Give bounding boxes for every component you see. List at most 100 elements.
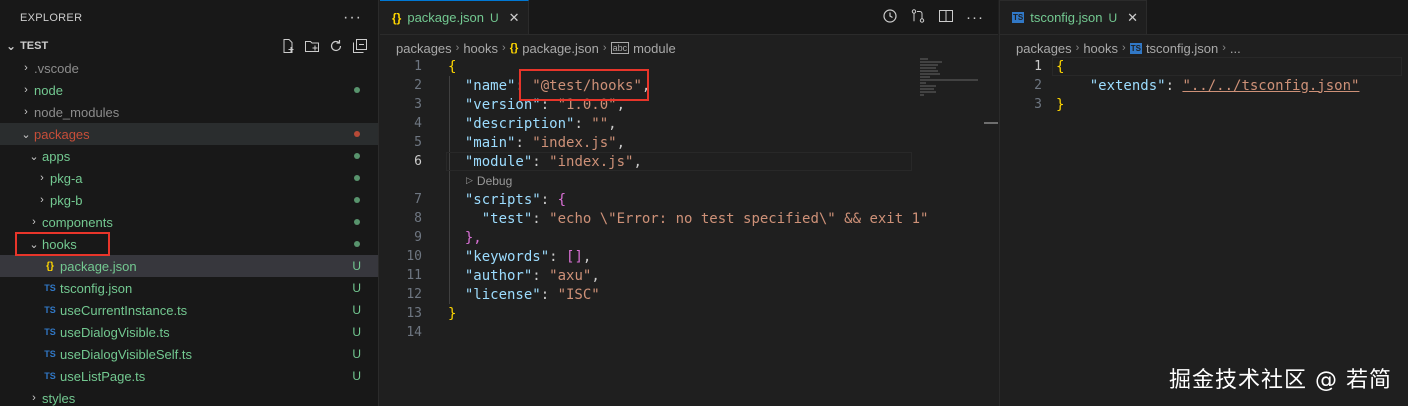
code-line: 14 — [380, 323, 998, 342]
tab-bar: TS tsconfig.json U ✕ — [1000, 0, 1408, 35]
workspace-root[interactable]: ⌄ TEST — [0, 35, 378, 57]
code-line: 10 "keywords": [], — [380, 247, 998, 266]
play-icon: ▷ — [466, 175, 473, 185]
compare-changes-icon[interactable] — [910, 8, 926, 28]
line-number: 8 — [414, 211, 422, 226]
tree-item[interactable]: TS useCurrentInstance.ts U — [0, 299, 378, 321]
codelens-debug[interactable]: ▷ Debug — [380, 171, 998, 190]
ts-file-icon: TS — [44, 283, 56, 293]
tree-item[interactable]: TS useListPage.ts U — [0, 365, 378, 387]
chevron-right-icon: › — [1122, 42, 1126, 54]
breadcrumb-item[interactable]: module — [633, 41, 676, 56]
tab-tsconfig-json[interactable]: TS tsconfig.json U ✕ — [1000, 0, 1148, 34]
git-status-dot — [354, 197, 360, 203]
breadcrumb: packages › hooks › {} package.json › abc… — [380, 37, 998, 59]
tab-package-json[interactable]: {} package.json U ✕ — [380, 0, 529, 34]
highlight-box-name — [519, 69, 649, 101]
tree-item-label: components — [42, 214, 113, 230]
breadcrumb-item[interactable]: hooks — [1083, 41, 1118, 56]
tree-item-label: pkg-b — [50, 192, 83, 208]
more-actions-icon[interactable]: ··· — [966, 9, 984, 26]
code-line: 1{ — [380, 57, 998, 76]
code-line: 5 "main": "index.js", — [380, 133, 998, 152]
line-number: 1 — [1034, 59, 1042, 74]
minimap[interactable] — [920, 57, 986, 127]
breadcrumb-item[interactable]: hooks — [463, 41, 498, 56]
tree-item[interactable]: TS useDialogVisible.ts U — [0, 321, 378, 343]
tree-item[interactable]: › .vscode — [0, 57, 378, 79]
tab-bar: {} package.json U ✕ ··· — [380, 0, 998, 35]
code-editor[interactable]: 1{ 2 "name": "@test/hooks", 3 "version":… — [380, 57, 998, 342]
timeline-icon[interactable] — [882, 8, 898, 28]
code-line-current: 6 "module": "index.js", — [380, 152, 998, 171]
tree-item[interactable]: › styles — [0, 387, 378, 406]
breadcrumb-item[interactable]: packages — [1016, 41, 1072, 56]
split-editor-icon[interactable] — [938, 8, 954, 28]
tree-item-label: useDialogVisible.ts — [60, 324, 170, 340]
json-file-icon: {} — [392, 10, 402, 25]
chevron-right-icon: › — [24, 106, 28, 118]
tree-item[interactable]: ⌄ packages — [0, 123, 378, 145]
tree-item[interactable]: › pkg-b — [0, 189, 378, 211]
editor-group-2: TS tsconfig.json U ✕ packages › hooks › … — [999, 0, 1408, 406]
breadcrumb-item[interactable]: tsconfig.json — [1146, 41, 1218, 56]
chevron-right-icon: › — [40, 194, 44, 206]
tree-item[interactable]: ⌄ apps — [0, 145, 378, 167]
current-line-highlight — [1052, 57, 1402, 76]
tree-item[interactable]: › node_modules — [0, 101, 378, 123]
code-line: 3 "version": "1.0.0", — [380, 95, 998, 114]
close-icon[interactable]: ✕ — [509, 10, 520, 26]
new-file-icon[interactable] — [280, 38, 296, 54]
tree-item-label: node_modules — [34, 104, 120, 120]
tree-item-label: apps — [42, 148, 71, 164]
line-number: 10 — [406, 249, 422, 264]
tree-item[interactable]: › node — [0, 79, 378, 101]
tab-label: package.json — [407, 10, 484, 25]
git-status-badge: U — [352, 259, 361, 273]
scrollbar[interactable] — [984, 122, 998, 124]
tree-item[interactable]: TS useDialogVisibleSelf.ts U — [0, 343, 378, 365]
tree-item[interactable]: › components — [0, 211, 378, 233]
chevron-right-icon: › — [40, 172, 44, 184]
ts-file-icon: TS — [44, 327, 56, 337]
line-number: 3 — [414, 97, 422, 112]
tree-item[interactable]: {} package.json U — [0, 255, 378, 277]
line-number: 6 — [414, 154, 422, 169]
line-number: 3 — [1034, 97, 1042, 112]
code-line: 8 "test": "echo \"Error: no test specifi… — [380, 209, 998, 228]
git-status-dot — [354, 131, 360, 137]
code-editor[interactable]: 1{ 2 "extends": "../../tsconfig.json" 3} — [1000, 57, 1408, 114]
new-folder-icon[interactable] — [304, 38, 320, 54]
chevron-down-icon: ⌄ — [21, 128, 31, 141]
tab-status: U — [489, 10, 499, 25]
chevron-right-icon: › — [602, 42, 607, 54]
code-line: 4 "description": "", — [380, 114, 998, 133]
code-line: 12 "license": "ISC" — [380, 285, 998, 304]
tree-item[interactable]: TS tsconfig.json U — [0, 277, 378, 299]
tree-item-label: .vscode — [34, 60, 79, 76]
line-number: 2 — [414, 78, 422, 93]
breadcrumb: packages › hooks › TS tsconfig.json › ..… — [1000, 37, 1408, 59]
git-status-badge: U — [352, 303, 361, 317]
chevron-right-icon: › — [32, 216, 36, 228]
code-line: 2 "name": "@test/hooks", — [380, 76, 998, 95]
git-status-dot — [354, 241, 360, 247]
line-number: 11 — [406, 268, 422, 283]
git-status-dot — [354, 219, 360, 225]
line-number: 7 — [414, 192, 422, 207]
close-icon[interactable]: ✕ — [1127, 10, 1138, 26]
git-status-badge: U — [352, 347, 361, 361]
breadcrumb-item[interactable]: packages — [396, 41, 452, 56]
code-line: 7 "scripts": { — [380, 190, 998, 209]
chevron-right-icon: › — [455, 42, 460, 54]
line-number: 9 — [414, 230, 422, 245]
chevron-right-icon: › — [24, 84, 28, 96]
refresh-icon[interactable] — [328, 38, 344, 54]
git-status-badge: U — [352, 281, 361, 295]
breadcrumb-item[interactable]: ... — [1230, 41, 1241, 56]
breadcrumb-item[interactable]: package.json — [522, 41, 599, 56]
more-actions-icon[interactable]: ··· — [343, 9, 362, 27]
tree-item[interactable]: › pkg-a — [0, 167, 378, 189]
collapse-all-icon[interactable] — [352, 38, 368, 54]
tsconfig-link[interactable]: "../../tsconfig.json" — [1182, 78, 1359, 94]
